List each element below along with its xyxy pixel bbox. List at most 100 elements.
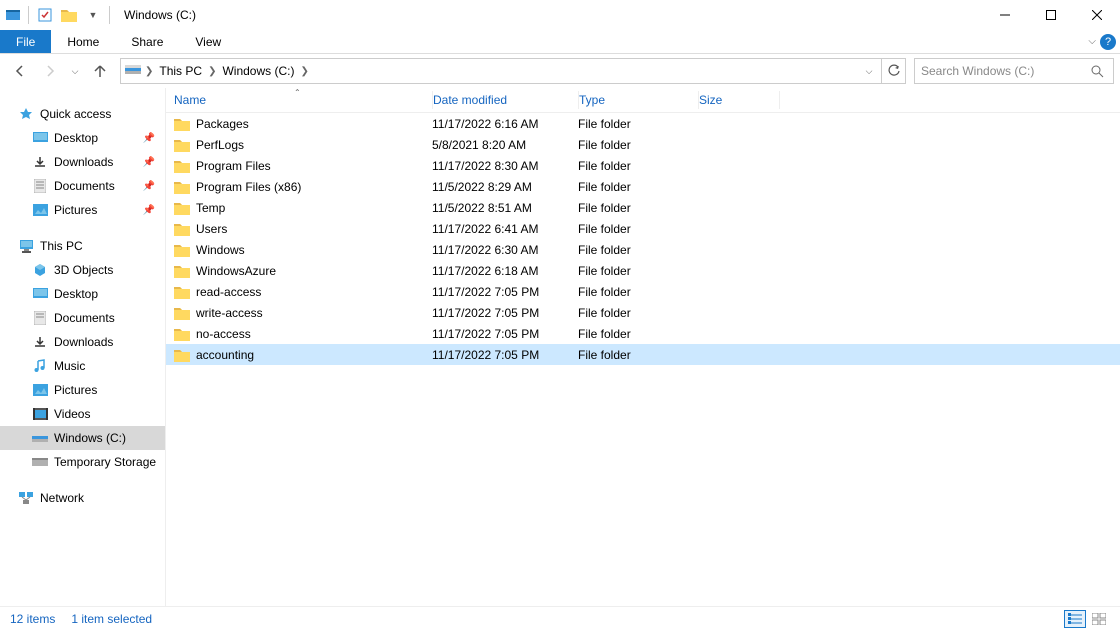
sidebar-item-desktop-2[interactable]: Desktop [0, 282, 165, 306]
file-row[interactable]: read-access 11/17/2022 7:05 PMFile folder [166, 281, 1120, 302]
tab-home[interactable]: Home [51, 30, 115, 53]
chevron-right-icon[interactable]: ❯ [141, 66, 157, 77]
tab-file[interactable]: File [0, 30, 51, 53]
column-header-name[interactable]: Name ⌃ [174, 93, 432, 107]
music-icon [32, 358, 48, 374]
sidebar-item-videos[interactable]: Videos [0, 402, 165, 426]
properties-icon[interactable] [35, 5, 55, 25]
file-type: File folder [578, 348, 697, 362]
sidebar-item-temporary-storage[interactable]: Temporary Storage [0, 450, 165, 474]
file-name: Packages [196, 117, 249, 131]
details-view-button[interactable] [1064, 610, 1086, 628]
search-icon[interactable] [1087, 65, 1107, 78]
folder-icon [174, 242, 190, 258]
search-box[interactable] [914, 58, 1114, 84]
file-row[interactable]: Temp11/5/2022 8:51 AMFile folder [166, 197, 1120, 218]
folder-qat-icon[interactable] [59, 5, 79, 25]
file-row[interactable]: Users11/17/2022 6:41 AMFile folder [166, 218, 1120, 239]
file-name: PerfLogs [196, 138, 244, 152]
drive-icon [32, 430, 48, 446]
sidebar-item-music[interactable]: Music [0, 354, 165, 378]
breadcrumb-drive[interactable]: Windows (C:) [220, 59, 296, 83]
minimize-button[interactable] [982, 0, 1028, 30]
file-row[interactable]: PerfLogs5/8/2021 8:20 AMFile folder [166, 134, 1120, 155]
drive-icon [32, 454, 48, 470]
file-list: Packages11/17/2022 6:16 AMFile folderPer… [166, 113, 1120, 365]
address-bar[interactable]: ❯ This PC ❯ Windows (C:) ❯ ⌵ [120, 58, 906, 84]
search-input[interactable] [921, 64, 1087, 78]
file-name: accounting [196, 348, 254, 362]
sidebar-item-downloads-2[interactable]: Downloads [0, 330, 165, 354]
close-button[interactable] [1074, 0, 1120, 30]
addr-dropdown-icon[interactable]: ⌵ [857, 59, 881, 83]
column-header-date[interactable]: Date modified [433, 93, 578, 107]
sidebar-item-downloads[interactable]: Downloads 📌 [0, 150, 165, 174]
file-row[interactable]: write-access11/17/2022 7:05 PMFile folde… [166, 302, 1120, 323]
folder-icon [174, 305, 190, 321]
ribbon-tabs: File Home Share View ⌵ ? [0, 30, 1120, 54]
tab-share[interactable]: Share [115, 30, 179, 53]
breadcrumb-this-pc[interactable]: This PC [157, 59, 204, 83]
file-row[interactable]: Packages 11/17/2022 6:16 AMFile folder [166, 113, 1120, 134]
sidebar-item-pictures[interactable]: Pictures 📌 [0, 198, 165, 222]
folder-icon [174, 284, 190, 300]
back-button[interactable] [6, 57, 34, 85]
file-row[interactable]: Program Files11/17/2022 8:30 AMFile fold… [166, 155, 1120, 176]
sidebar-item-label: Pictures [54, 383, 97, 397]
file-name: WindowsAzure [196, 264, 276, 278]
file-date: 11/5/2022 8:51 AM [432, 201, 578, 215]
file-type: File folder [578, 327, 697, 341]
up-button[interactable] [86, 57, 114, 85]
chevron-right-icon[interactable]: ❯ [204, 66, 220, 77]
file-date: 11/17/2022 7:05 PM [432, 327, 578, 341]
file-date: 11/17/2022 6:16 AM [432, 117, 578, 131]
file-row[interactable]: accounting11/17/2022 7:05 PMFile folder [166, 344, 1120, 365]
file-type: File folder [578, 306, 697, 320]
file-date: 11/17/2022 7:05 PM [432, 285, 578, 299]
chevron-right-icon[interactable]: ❯ [296, 66, 312, 77]
column-header-type[interactable]: Type [579, 93, 698, 107]
file-row[interactable]: no-access11/17/2022 7:05 PMFile folder [166, 323, 1120, 344]
ribbon-expand-icon[interactable]: ⌵ [1088, 36, 1096, 47]
sidebar-item-label: Desktop [54, 131, 98, 145]
column-header-size[interactable]: Size [699, 93, 779, 107]
sidebar-item-3d-objects[interactable]: 3D Objects [0, 258, 165, 282]
sidebar-item-windows-c[interactable]: Windows (C:) [0, 426, 165, 450]
pin-icon: 📌 [143, 181, 155, 192]
qat-dropdown-icon[interactable]: ▼ [83, 5, 103, 25]
tab-view[interactable]: View [179, 30, 237, 53]
maximize-button[interactable] [1028, 0, 1074, 30]
sidebar-item-quick-access[interactable]: Quick access [0, 102, 165, 126]
sidebar-item-this-pc[interactable]: This PC [0, 234, 165, 258]
file-type: File folder [578, 117, 697, 131]
recent-dropdown-icon[interactable]: ⌵ [66, 57, 84, 85]
sidebar-item-network[interactable]: Network [0, 486, 165, 510]
folder-icon [174, 326, 190, 342]
desktop-icon [32, 286, 48, 302]
file-name: Windows [196, 243, 245, 257]
forward-button[interactable] [36, 57, 64, 85]
file-row[interactable]: Windows11/17/2022 6:30 AMFile folder [166, 239, 1120, 260]
drive-icon [125, 63, 141, 79]
sidebar-item-desktop[interactable]: Desktop 📌 [0, 126, 165, 150]
desktop-icon [32, 130, 48, 146]
file-type: File folder [578, 138, 697, 152]
divider [28, 6, 29, 24]
sidebar-item-documents[interactable]: Documents 📌 [0, 174, 165, 198]
pin-icon: 📌 [143, 133, 155, 144]
file-list-pane: Name ⌃ Date modified Type Size Packages 1… [165, 88, 1120, 606]
file-type: File folder [578, 285, 697, 299]
sidebar-item-pictures-2[interactable]: Pictures [0, 378, 165, 402]
file-name: read-access [196, 285, 261, 299]
thumbnails-view-button[interactable] [1088, 610, 1110, 628]
sidebar-item-label: Desktop [54, 287, 98, 301]
sidebar-item-documents-2[interactable]: Documents [0, 306, 165, 330]
network-icon [18, 490, 34, 506]
documents-icon [32, 178, 48, 194]
help-icon[interactable]: ? [1100, 34, 1116, 50]
sidebar-item-label: Documents [54, 179, 115, 193]
file-row[interactable]: Program Files (x86)11/5/2022 8:29 AMFile… [166, 176, 1120, 197]
refresh-button[interactable] [881, 59, 905, 83]
folder-icon [174, 116, 190, 132]
file-row[interactable]: WindowsAzure11/17/2022 6:18 AMFile folde… [166, 260, 1120, 281]
